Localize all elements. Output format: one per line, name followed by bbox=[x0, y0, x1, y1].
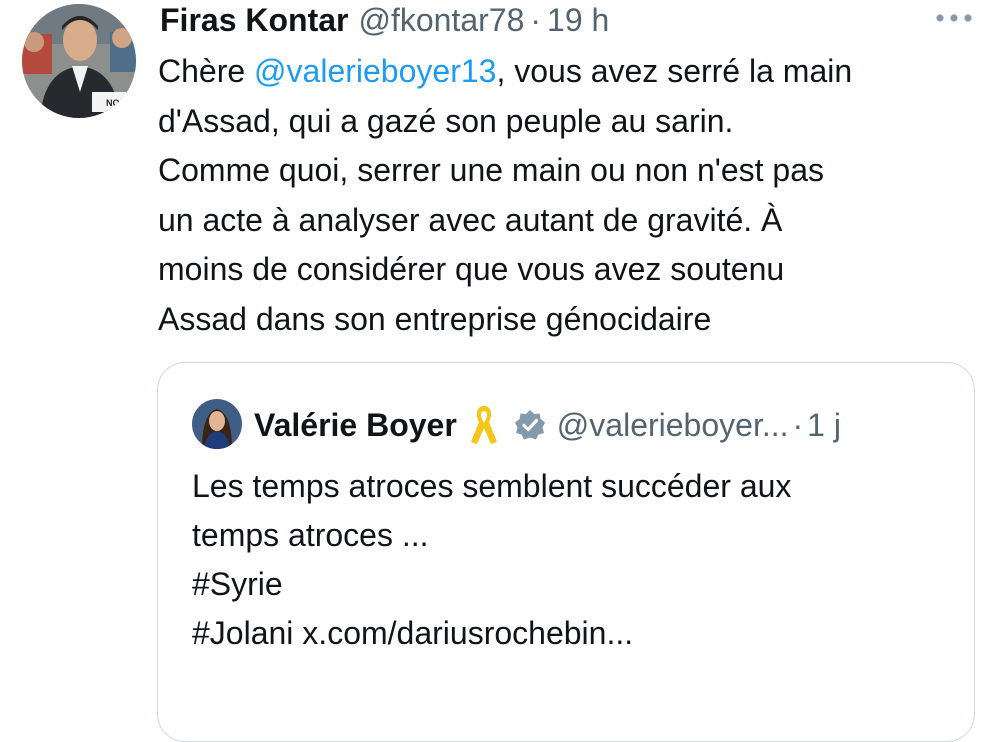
tweet-text-line: moins de considérer que vous avez souten… bbox=[158, 251, 785, 287]
tweet-text-line: Assad dans son entreprise génocidaire bbox=[158, 300, 712, 337]
tweet-text-line: un acte à analyser avec autant de gravit… bbox=[158, 201, 783, 238]
author-name[interactable]: Firas Kontar bbox=[160, 0, 348, 40]
avatar-image: NO bbox=[22, 4, 136, 118]
svg-text:NO: NO bbox=[106, 98, 120, 108]
quoted-text-line: #Jolani x.com/dariusrochebin... bbox=[192, 615, 634, 651]
quoted-text-line: temps atroces ... bbox=[192, 517, 429, 553]
quoted-text-line: #Syrie bbox=[192, 566, 283, 602]
verified-badge-icon bbox=[514, 410, 545, 440]
quoted-tweet-text: Les temps atroces semblent succéder aux … bbox=[192, 462, 962, 658]
tweet-text-line: Chère @valerieboyer13, vous avez serré l… bbox=[158, 47, 978, 97]
tweet-text: Chère @valerieboyer13, vous avez serré l… bbox=[158, 47, 978, 344]
tweet-text-line: Comme quoi, serrer une main ou non n'est… bbox=[158, 152, 825, 188]
tweet-time[interactable]: 19 h bbox=[547, 0, 609, 40]
author-handle[interactable]: @fkontar78 bbox=[358, 0, 524, 40]
quoted-author-handle[interactable]: @valerieboyer... bbox=[557, 403, 789, 447]
mention-link[interactable]: @valerieboyer13 bbox=[254, 53, 496, 89]
text-segment: Chère bbox=[158, 53, 255, 89]
separator-dot: · bbox=[530, 2, 542, 38]
quoted-tweet[interactable]: Valérie Boyer @valerieboyer... · 1 j Les… bbox=[157, 362, 975, 742]
more-options-button[interactable] bbox=[934, 10, 974, 26]
quoted-author-avatar[interactable] bbox=[192, 399, 242, 449]
yellow-ribbon-icon bbox=[470, 406, 497, 444]
quoted-tweet-header: Valérie Boyer @valerieboyer... · 1 j bbox=[254, 403, 841, 447]
more-horizontal-icon bbox=[936, 14, 972, 22]
quoted-tweet-time[interactable]: 1 j bbox=[807, 403, 841, 447]
tweet[interactable]: NO Firas Kontar @fkontar78 · 19 h Chère … bbox=[0, 0, 1000, 742]
tweet-text-line: d'Assad, qui a gazé son peuple au sarin. bbox=[158, 102, 734, 139]
text-segment: , vous avez serré la main bbox=[496, 53, 853, 89]
quoted-text-line: Les temps atroces semblent succéder aux bbox=[192, 468, 792, 504]
quoted-separator-dot: · bbox=[792, 407, 804, 443]
author-avatar[interactable]: NO bbox=[22, 4, 136, 118]
quoted-author-name[interactable]: Valérie Boyer bbox=[254, 403, 457, 447]
tweet-header: Firas Kontar @fkontar78 · 19 h bbox=[160, 0, 609, 40]
quoted-avatar-image bbox=[192, 399, 242, 449]
